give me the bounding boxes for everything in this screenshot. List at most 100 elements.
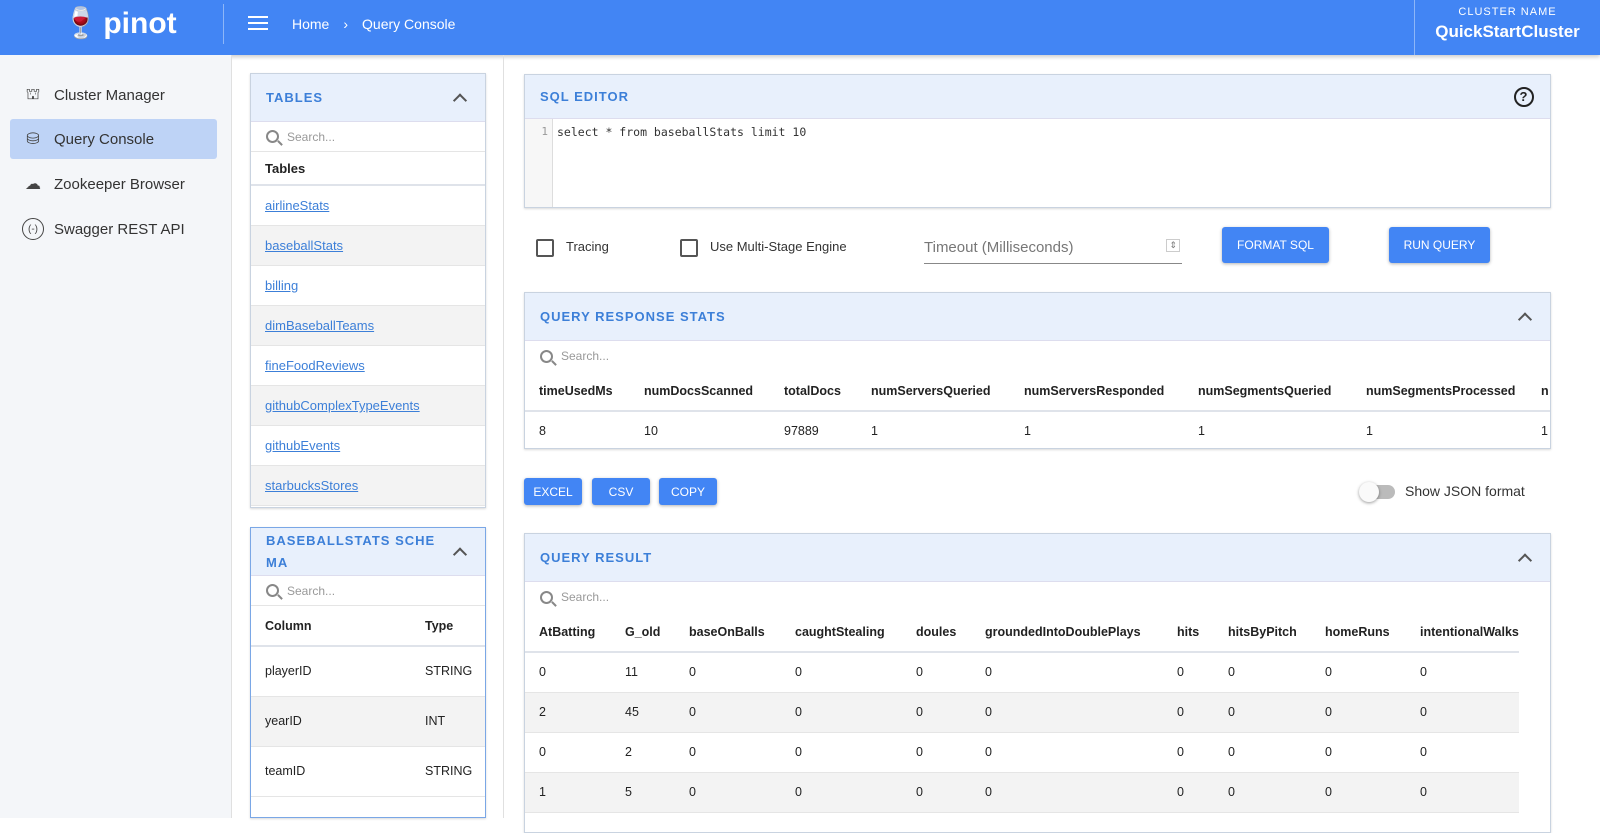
timeout-input[interactable]: Timeout (Milliseconds) ⇕	[924, 235, 1182, 264]
column-header[interactable]: doules	[902, 612, 971, 653]
run-query-button[interactable]: RUN QUERY	[1389, 227, 1490, 263]
table-cell: 0	[1214, 732, 1311, 773]
table-cell: 0	[1214, 652, 1311, 693]
sql-query-text[interactable]: select * from baseballStats limit 10	[553, 119, 810, 207]
table-link[interactable]: airlineStats	[265, 198, 329, 213]
table-cell: 10	[630, 411, 770, 448]
column-header[interactable]: caughtStealing	[781, 612, 902, 653]
excel-button[interactable]: EXCEL	[524, 478, 582, 505]
table-link[interactable]: dimBaseballTeams	[265, 318, 374, 333]
column-header[interactable]: G_old	[611, 612, 675, 653]
table-link[interactable]: billing	[265, 278, 298, 293]
table-list-item: fineFoodReviews	[251, 346, 485, 386]
sitemap-icon: ⛫	[25, 86, 41, 103]
column-header[interactable]: homeRuns	[1311, 612, 1406, 653]
table-cell: STRING	[425, 746, 485, 797]
panel-header[interactable]: QUERY RESPONSE STATS	[525, 293, 1550, 341]
column-header[interactable]: numSegmentsQueried	[1184, 371, 1352, 412]
table-row: playerID STRING	[251, 646, 485, 697]
table-list-item: dimBaseballTeams	[251, 306, 485, 346]
table-cell: 0	[675, 732, 781, 773]
panel-header[interactable]: QUERY RESULT	[525, 534, 1550, 582]
sidebar-item-zookeeper-browser[interactable]: ☁ Zookeeper Browser	[10, 164, 217, 204]
table-cell: 0	[1163, 732, 1214, 773]
tracing-checkbox[interactable]	[536, 239, 554, 257]
table-cell: STRING	[425, 646, 485, 697]
sidebar-item-swagger[interactable]: (-) Swagger REST API	[10, 209, 217, 249]
table-link[interactable]: fineFoodReviews	[265, 358, 365, 373]
zookeeper-icon: ☁	[25, 176, 41, 193]
format-sql-button[interactable]: FORMAT SQL	[1222, 227, 1329, 263]
table-cell: 0	[1311, 692, 1406, 733]
table-cell: 0	[971, 652, 1163, 693]
table-cell: 1	[525, 772, 611, 813]
schema-search-input[interactable]: Search...	[251, 576, 485, 606]
table-link[interactable]: starbucksStores	[265, 478, 358, 493]
tables-search-input[interactable]: Search...	[251, 122, 485, 152]
column-header[interactable]: hitsByPitch	[1214, 612, 1311, 653]
column-header[interactable]: numServersQueried	[857, 371, 1010, 412]
column-header[interactable]: AtBatting	[525, 612, 611, 653]
pinot-logo[interactable]: 🍷 pinot	[62, 6, 177, 41]
help-icon[interactable]: ?	[1514, 86, 1534, 107]
column-header: Column	[251, 606, 425, 647]
sidebar-item-cluster-manager[interactable]: ⛫ Cluster Manager	[10, 75, 217, 115]
line-number: 1	[525, 119, 553, 207]
column-header[interactable]: intentionalWalks	[1406, 612, 1519, 653]
chevron-up-icon[interactable]	[452, 92, 468, 108]
panel-header[interactable]: BASEBALLSTATS SCHEMA	[251, 528, 485, 576]
column-header[interactable]: numDocsScanned	[630, 371, 770, 412]
stats-search-input[interactable]: Search...	[525, 341, 1550, 371]
multistage-label: Use Multi-Stage Engine	[710, 239, 847, 254]
sidebar-item-query-console[interactable]: ⛁ Query Console	[10, 119, 217, 159]
menu-icon[interactable]	[248, 16, 268, 34]
table-cell: teamID	[251, 746, 425, 797]
table-row: yearID INT	[251, 696, 485, 747]
stepper-icon[interactable]: ⇕	[1166, 239, 1180, 252]
chevron-right-icon: ›	[343, 16, 349, 32]
api-icon: (-)	[22, 218, 44, 240]
csv-button[interactable]: CSV	[592, 478, 650, 505]
table-cell: 97889	[770, 411, 857, 448]
chevron-up-icon[interactable]	[452, 546, 468, 562]
result-table: AtBatting G_old baseOnBalls caughtStealing d…	[525, 612, 1519, 813]
table-link[interactable]: githubEvents	[265, 438, 340, 453]
table-cell: 1	[1527, 411, 1550, 448]
chevron-up-icon[interactable]	[1517, 552, 1533, 568]
table-cell: 0	[1406, 772, 1519, 813]
column-header[interactable]: numSegmentsProcessed	[1352, 371, 1527, 412]
json-format-toggle[interactable]	[1359, 482, 1395, 502]
table-cell: 0	[781, 652, 902, 693]
table-link[interactable]: githubComplexTypeEvents	[265, 398, 420, 413]
table-row: 1500000000	[525, 772, 1519, 813]
panel-header[interactable]: TABLES	[251, 74, 485, 122]
column-header[interactable]: numServersResponded	[1010, 371, 1184, 412]
chevron-up-icon[interactable]	[1517, 311, 1533, 327]
multistage-checkbox[interactable]	[680, 239, 698, 257]
table-cell: 2	[611, 732, 675, 773]
query-result-panel: QUERY RESULT Search... AtBatting G_old bas…	[524, 533, 1551, 833]
tables-column-header: Tables	[251, 152, 485, 186]
table-list-item: starbucksStores	[251, 466, 485, 506]
column-header[interactable]: groundedIntoDoublePlays	[971, 612, 1163, 653]
breadcrumb-home[interactable]: Home	[292, 16, 329, 32]
divider	[223, 4, 224, 44]
table-link[interactable]: baseballStats	[265, 238, 343, 253]
column-header[interactable]: timeUsedMs	[525, 371, 630, 412]
column-header[interactable]: n	[1527, 371, 1550, 412]
table-list-item: airlineStats	[251, 186, 485, 226]
copy-button[interactable]: COPY	[659, 478, 717, 505]
table-cell: 0	[902, 652, 971, 693]
column-header[interactable]: hits	[1163, 612, 1214, 653]
table-cell: 0	[525, 732, 611, 773]
column-header[interactable]: totalDocs	[770, 371, 857, 412]
table-cell: 2	[525, 692, 611, 733]
result-search-input[interactable]: Search...	[525, 582, 1550, 612]
table-row: 2 45 0 0 0 0 0 0 0 0	[525, 692, 1519, 733]
column-header[interactable]: baseOnBalls	[675, 612, 781, 653]
breadcrumb: Home › Query Console	[292, 16, 455, 32]
code-editor[interactable]: 1 select * from baseballStats limit 10	[525, 119, 1550, 207]
table-cell: 1	[1352, 411, 1527, 448]
table-cell: 0	[1406, 692, 1519, 733]
sql-editor-panel: SQL EDITOR? 1 select * from baseballStat…	[524, 74, 1551, 208]
